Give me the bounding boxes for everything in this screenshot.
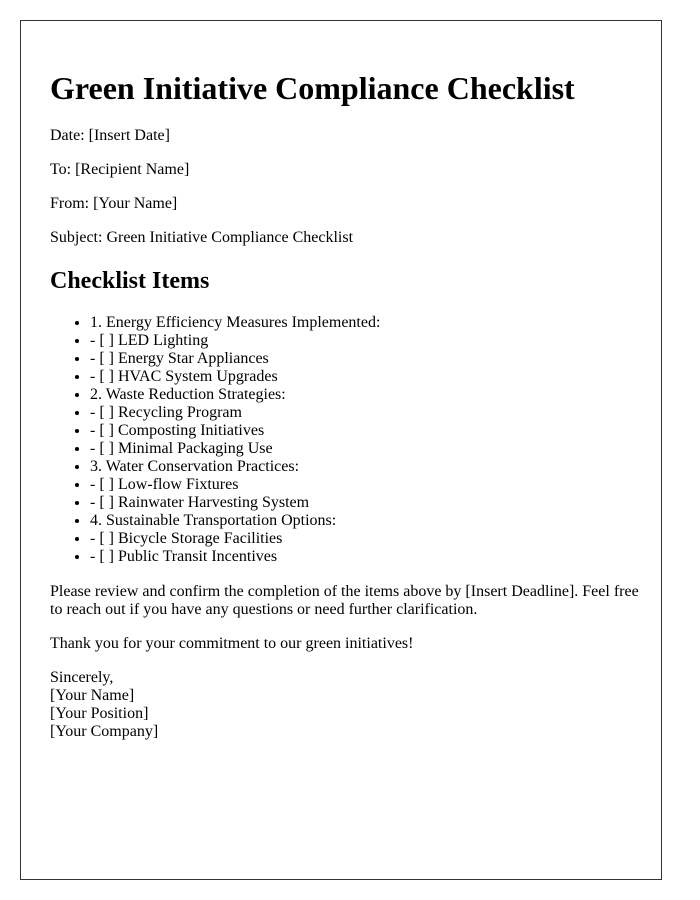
checklist-item: - [ ] Low-flow Fixtures xyxy=(90,476,380,494)
signer-company: [Your Company] xyxy=(50,723,159,740)
checklist-category: 1. Energy Efficiency Measures Implemente… xyxy=(90,314,380,332)
closing-paragraph: Please review and confirm the completion… xyxy=(50,583,639,618)
checklist-item: - [ ] Minimal Packaging Use xyxy=(90,440,380,458)
checklist-item: - [ ] LED Lighting xyxy=(90,332,380,350)
checklist-category: 2. Waste Reduction Strategies: xyxy=(90,386,380,404)
letter-closing: Please review and confirm the completion… xyxy=(50,583,640,741)
checklist-category: 3. Water Conservation Practices: xyxy=(90,458,380,476)
checklist-item: - [ ] Energy Star Appliances xyxy=(90,350,380,368)
letter-header: Date: [Insert Date] To: [Recipient Name]… xyxy=(50,127,353,263)
checklist-item: - [ ] Composting Initiatives xyxy=(90,422,380,440)
thanks-line: Thank you for your commitment to our gre… xyxy=(50,635,414,652)
signature-block: Sincerely, [Your Name] [Your Position] [… xyxy=(50,669,640,741)
checklist-item: - [ ] Bicycle Storage Facilities xyxy=(90,530,380,548)
date-line: Date: [Insert Date] xyxy=(50,127,170,144)
checklist-item: - [ ] Public Transit Incentives xyxy=(90,548,380,566)
checklist-item: - [ ] Rainwater Harvesting System xyxy=(90,494,380,512)
checklist: 1. Energy Efficiency Measures Implemente… xyxy=(50,314,380,566)
checklist-item: - [ ] Recycling Program xyxy=(90,404,380,422)
from-line: From: [Your Name] xyxy=(50,195,178,212)
document-page: Green Initiative Compliance Checklist Da… xyxy=(20,20,662,880)
signer-position: [Your Position] xyxy=(50,705,149,722)
document-title: Green Initiative Compliance Checklist xyxy=(50,70,575,106)
section-heading: Checklist Items xyxy=(50,268,210,294)
subject-line: Subject: Green Initiative Compliance Che… xyxy=(50,229,354,246)
checklist-category: 4. Sustainable Transportation Options: xyxy=(90,512,380,530)
to-line: To: [Recipient Name] xyxy=(50,161,190,178)
signer-name: [Your Name] xyxy=(50,687,135,704)
salutation: Sincerely, xyxy=(50,669,114,686)
checklist-item: - [ ] HVAC System Upgrades xyxy=(90,368,380,386)
